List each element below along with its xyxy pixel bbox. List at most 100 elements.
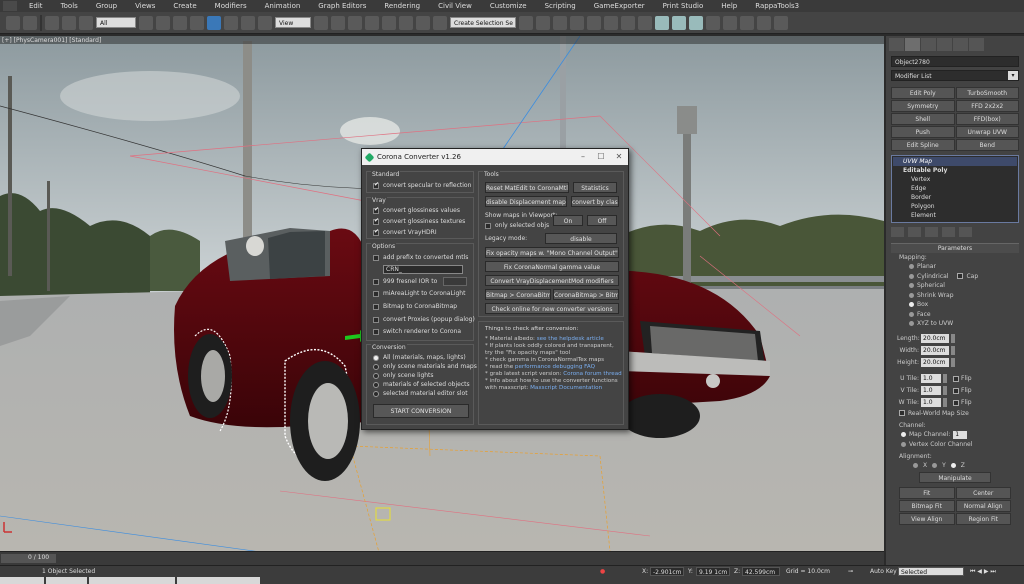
convert-specular-row[interactable]: convert specular to reflection xyxy=(373,182,471,189)
corona-render-icon[interactable] xyxy=(774,15,788,30)
prefix-input[interactable]: CRN_ xyxy=(383,265,463,274)
normal-align-button[interactable]: Normal Align xyxy=(955,499,1011,512)
menu-animation[interactable]: Animation xyxy=(256,0,310,12)
mapping-face[interactable]: Face xyxy=(891,310,1019,320)
snaps-toggle-icon[interactable] xyxy=(365,15,379,30)
pin-stack-icon[interactable] xyxy=(891,227,904,237)
width-input[interactable]: 20.0cm xyxy=(921,346,949,355)
length-input[interactable]: 20.0cm xyxy=(921,334,949,343)
add-prefix-row[interactable]: add prefix to converted mtls xyxy=(373,254,468,261)
check-online-button[interactable]: Check online for new converter versions xyxy=(485,303,619,314)
reset-matedit-button[interactable]: Reset MatEdit to CoronaMtls xyxy=(485,182,569,193)
fix-opacity-button[interactable]: Fix opacity maps w. "Mono Channel Output… xyxy=(485,247,619,258)
helpdesk-article-link[interactable]: see the helpdesk article xyxy=(537,336,604,342)
edit-spline-button[interactable]: Edit Spline xyxy=(891,139,955,151)
x-coordinate-field[interactable]: -2.901cm xyxy=(650,567,684,576)
menu-tools[interactable]: Tools xyxy=(52,0,87,12)
playback-controls-icon[interactable]: ⏮ ◀ ▶ ⏭ xyxy=(970,568,996,576)
vtile-spinner[interactable] xyxy=(943,386,947,395)
configure-modifier-sets-icon[interactable] xyxy=(959,227,972,237)
selection-filter-dropdown[interactable]: All xyxy=(96,17,136,28)
mapping-box[interactable]: Box xyxy=(891,300,1019,310)
conv-material-slot-radio[interactable] xyxy=(373,390,379,397)
create-tab-icon[interactable] xyxy=(889,38,904,51)
disable-displacement-button[interactable]: disable Displacement maps xyxy=(485,196,567,207)
render-in-cloud-icon[interactable] xyxy=(706,15,720,30)
menu-gameexporter[interactable]: GameExporter xyxy=(585,0,654,12)
select-and-scale-icon[interactable] xyxy=(241,15,255,30)
layer-explorer-icon[interactable] xyxy=(553,15,567,30)
curve-editor-icon[interactable] xyxy=(604,15,618,30)
unwrap-uvw-button[interactable]: Unwrap UVW xyxy=(955,126,1019,138)
stack-item-polygon[interactable]: Polygon xyxy=(893,202,1017,211)
key-filter-dropdown[interactable]: Selected xyxy=(898,567,964,576)
menu-edit[interactable]: Edit xyxy=(20,0,52,12)
vertex-color-channel-row[interactable]: Vertex Color Channel xyxy=(891,440,1019,450)
edit-named-selection-icon[interactable] xyxy=(433,15,447,30)
fresnel-ior-input[interactable] xyxy=(443,277,467,286)
teapot-icon[interactable] xyxy=(757,15,771,30)
taskbar-item-2[interactable] xyxy=(45,577,88,584)
percent-snap-icon[interactable] xyxy=(399,15,413,30)
width-spinner[interactable] xyxy=(951,346,955,355)
conv-scene-lights-row[interactable]: only scene lights xyxy=(373,372,434,379)
a360-gallery-icon[interactable] xyxy=(723,15,737,30)
align-y-radio[interactable] xyxy=(932,463,938,469)
mirror-icon[interactable] xyxy=(519,15,533,30)
object-name-field[interactable]: Object2780 xyxy=(891,56,1019,67)
switch-renderer-row[interactable]: switch renderer to Corona xyxy=(373,328,461,335)
convert-specular-checkbox[interactable] xyxy=(373,182,379,189)
rendered-frame-window-icon[interactable] xyxy=(672,15,686,30)
convert-proxies-row[interactable]: convert Proxies (popup dialog) xyxy=(373,316,475,323)
conv-all-row[interactable]: All (materials, maps, lights) xyxy=(373,354,466,361)
mapping-planar[interactable]: Planar xyxy=(891,262,1019,272)
undo-icon[interactable] xyxy=(6,15,20,30)
real-world-checkbox[interactable] xyxy=(899,410,905,417)
bitmap-to-corona-row[interactable]: Bitmap to CoronaBitmap xyxy=(373,303,457,310)
conv-material-slot-row[interactable]: selected material editor slot xyxy=(373,390,468,397)
link-icon[interactable] xyxy=(45,15,59,30)
close-icon[interactable]: ✕ xyxy=(610,149,628,165)
menu-group[interactable]: Group xyxy=(87,0,126,12)
conv-selected-objects-radio[interactable] xyxy=(373,381,379,388)
convert-vray-displacement-button[interactable]: Convert VrayDisplacementMod modifiers xyxy=(485,275,619,286)
convert-proxies-checkbox[interactable] xyxy=(373,316,379,323)
legacy-disable-button[interactable]: disable xyxy=(545,233,617,244)
make-unique-icon[interactable] xyxy=(925,227,938,237)
miarealight-row[interactable]: miAreaLight to CoronaLight xyxy=(373,290,465,297)
bend-button[interactable]: Bend xyxy=(955,139,1019,151)
convert-vrayhdri-checkbox[interactable] xyxy=(373,229,379,236)
uflip-checkbox[interactable] xyxy=(953,375,959,382)
taskbar-item-4[interactable] xyxy=(176,577,260,584)
bitmap-to-corona-checkbox[interactable] xyxy=(373,303,379,310)
display-tab-icon[interactable] xyxy=(953,38,968,51)
show-maps-on-button[interactable]: On xyxy=(553,215,583,226)
menu-views[interactable]: Views xyxy=(126,0,164,12)
render-setup-icon[interactable] xyxy=(655,15,669,30)
spinner-snap-icon[interactable] xyxy=(416,15,430,30)
stack-item-uvw-map[interactable]: UVW Map xyxy=(893,157,1017,166)
wflip-checkbox[interactable] xyxy=(953,399,959,406)
view-align-button[interactable]: View Align xyxy=(899,512,955,525)
edit-poly-button[interactable]: Edit Poly xyxy=(891,87,955,99)
show-end-result-icon[interactable] xyxy=(908,227,921,237)
performance-faq-link[interactable]: performance debugging FAQ xyxy=(515,364,595,370)
menu-rendering[interactable]: Rendering xyxy=(375,0,429,12)
lock-selection-icon[interactable]: ● xyxy=(600,568,605,575)
align-z-radio[interactable] xyxy=(950,463,956,469)
motion-tab-icon[interactable] xyxy=(937,38,952,51)
manipulate-button[interactable]: Manipulate xyxy=(919,471,991,483)
convert-glossiness-textures-row[interactable]: convert glossiness textures xyxy=(373,218,465,225)
select-object-icon[interactable] xyxy=(139,15,153,30)
align-icon[interactable] xyxy=(536,15,550,30)
stack-item-vertex[interactable]: Vertex xyxy=(893,175,1017,184)
map-channel-row[interactable]: Map Channel: 1 xyxy=(891,430,1019,440)
only-selected-checkbox[interactable] xyxy=(485,222,491,229)
height-input[interactable]: 20.0cm xyxy=(921,358,949,367)
map-channel-input[interactable]: 1 xyxy=(953,430,968,439)
z-coordinate-field[interactable]: 42.599cm xyxy=(742,567,780,576)
modify-tab-icon[interactable] xyxy=(905,38,920,51)
utile-input[interactable]: 1.0 xyxy=(921,374,941,383)
corona-interactive-icon[interactable] xyxy=(740,15,754,30)
ribbon-icon[interactable] xyxy=(587,15,601,30)
